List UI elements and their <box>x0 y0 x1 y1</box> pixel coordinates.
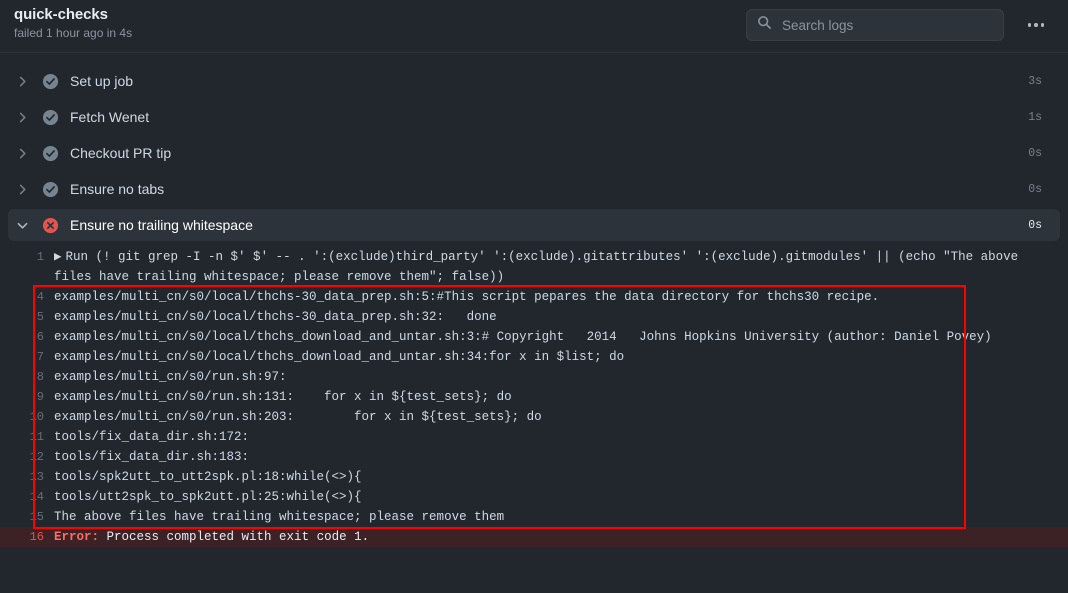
step-row-failed[interactable]: Ensure no trailing whitespace 0s <box>8 209 1060 241</box>
header-titles: quick-checks failed 1 hour ago in 4s <box>14 5 132 42</box>
log-line-text: examples/multi_cn/s0/local/thchs_downloa… <box>54 347 1068 367</box>
log-line[interactable]: 14 tools/utt2spk_to_spk2utt.pl:25:while(… <box>0 487 1068 507</box>
step-label: Ensure no trailing whitespace <box>70 217 253 233</box>
log-line-number: 7 <box>0 347 54 367</box>
job-header: quick-checks failed 1 hour ago in 4s <box>0 0 1068 53</box>
chevron-right-icon[interactable] <box>8 76 36 87</box>
log-line-number: 15 <box>0 507 54 527</box>
log-line[interactable]: 9 examples/multi_cn/s0/run.sh:131: for x… <box>0 387 1068 407</box>
log-line-number: 11 <box>0 427 54 447</box>
step-duration: 1s <box>1028 111 1042 124</box>
log-line[interactable]: 8 examples/multi_cn/s0/run.sh:97: <box>0 367 1068 387</box>
log-line-text: examples/multi_cn/s0/run.sh:131: for x i… <box>54 387 1068 407</box>
step-duration: 0s <box>1028 183 1042 196</box>
log-line-body: Process completed with exit code 1. <box>107 530 370 544</box>
log-line-text: The above files have trailing whitespace… <box>54 507 1068 527</box>
kebab-dot <box>1028 23 1032 27</box>
step-label: Checkout PR tip <box>70 145 171 161</box>
log-line-number: 6 <box>0 327 54 347</box>
log-line-text: tools/fix_data_dir.sh:183: <box>54 447 1068 467</box>
log-line-number: 10 <box>0 407 54 427</box>
chevron-down-icon[interactable] <box>8 220 36 231</box>
log-line[interactable]: 7 examples/multi_cn/s0/local/thchs_downl… <box>0 347 1068 367</box>
log-line[interactable]: 6 examples/multi_cn/s0/local/thchs_downl… <box>0 327 1068 347</box>
job-steps-list: Set up job 3s Fetch Wenet 1s Checkout PR… <box>0 53 1068 241</box>
page-title: quick-checks <box>14 5 132 24</box>
kebab-dot <box>1034 23 1038 27</box>
log-line[interactable]: 4 examples/multi_cn/s0/local/thchs-30_da… <box>0 287 1068 307</box>
kebab-dot <box>1041 23 1045 27</box>
step-label: Set up job <box>70 73 133 89</box>
log-line-text: tools/fix_data_dir.sh:172: <box>54 427 1068 447</box>
step-duration: 3s <box>1028 75 1042 88</box>
log-line-number: 12 <box>0 447 54 467</box>
step-row[interactable]: Fetch Wenet 1s <box>8 101 1060 133</box>
log-line-number: 14 <box>0 487 54 507</box>
check-circle-icon <box>36 73 64 90</box>
log-line-text: examples/multi_cn/s0/local/thchs-30_data… <box>54 287 1068 307</box>
log-line-number: 4 <box>0 287 54 307</box>
log-line-number: 13 <box>0 467 54 487</box>
job-status-subtitle: failed 1 hour ago in 4s <box>14 25 132 42</box>
chevron-right-icon[interactable] <box>8 184 36 195</box>
log-line-error[interactable]: 16 Error: Process completed with exit co… <box>0 527 1068 547</box>
step-label: Fetch Wenet <box>70 109 149 125</box>
step-duration: 0s <box>1028 219 1042 232</box>
log-line[interactable]: 13 tools/spk2utt_to_utt2spk.pl:18:while(… <box>0 467 1068 487</box>
log-line-text: tools/spk2utt_to_utt2spk.pl:18:while(<>)… <box>54 467 1068 487</box>
log-line[interactable]: 1 ▶Run (! git grep -I -n $' $' -- . ':(e… <box>0 247 1068 287</box>
step-row[interactable]: Set up job 3s <box>8 65 1060 97</box>
log-line-text: examples/multi_cn/s0/local/thchs-30_data… <box>54 307 1068 327</box>
log-line-number: 1 <box>0 247 54 267</box>
log-line-body: Run (! git grep -I -n $' $' -- . ':(excl… <box>54 250 1026 284</box>
log-line[interactable]: 12 tools/fix_data_dir.sh:183: <box>0 447 1068 467</box>
log-line-number: 8 <box>0 367 54 387</box>
log-line-text: examples/multi_cn/s0/run.sh:203: for x i… <box>54 407 1068 427</box>
search-logs-box[interactable] <box>746 9 1004 41</box>
log-line-text: ▶Run (! git grep -I -n $' $' -- . ':(exc… <box>54 247 1068 287</box>
log-line[interactable]: 11 tools/fix_data_dir.sh:172: <box>0 427 1068 447</box>
check-circle-icon <box>36 181 64 198</box>
log-line-number: 16 <box>0 527 54 547</box>
step-duration: 0s <box>1028 147 1042 160</box>
step-row[interactable]: Ensure no tabs 0s <box>8 173 1060 205</box>
search-input[interactable] <box>780 17 993 34</box>
step-row[interactable]: Checkout PR tip 0s <box>8 137 1060 169</box>
search-icon <box>757 15 772 35</box>
log-line-text: examples/multi_cn/s0/run.sh:97: <box>54 367 1068 387</box>
log-line-text: Error: Process completed with exit code … <box>54 527 1068 547</box>
chevron-right-icon[interactable] <box>8 148 36 159</box>
log-line[interactable]: 10 examples/multi_cn/s0/run.sh:203: for … <box>0 407 1068 427</box>
chevron-right-icon[interactable] <box>8 112 36 123</box>
log-line[interactable]: 5 examples/multi_cn/s0/local/thchs-30_da… <box>0 307 1068 327</box>
log-line-text: examples/multi_cn/s0/local/thchs_downloa… <box>54 327 1068 347</box>
log-line[interactable]: 15 The above files have trailing whitesp… <box>0 507 1068 527</box>
step-label: Ensure no tabs <box>70 181 164 197</box>
error-label: Error: <box>54 530 99 544</box>
log-line-text: tools/utt2spk_to_spk2utt.pl:25:while(<>)… <box>54 487 1068 507</box>
log-output[interactable]: 1 ▶Run (! git grep -I -n $' $' -- . ':(e… <box>0 247 1068 547</box>
log-line-number: 9 <box>0 387 54 407</box>
check-circle-icon <box>36 109 64 126</box>
x-circle-icon <box>36 217 64 234</box>
run-caret-icon[interactable]: ▶ <box>54 247 62 267</box>
log-line-number: 5 <box>0 307 54 327</box>
check-circle-icon <box>36 145 64 162</box>
kebab-menu-icon[interactable] <box>1022 12 1050 38</box>
